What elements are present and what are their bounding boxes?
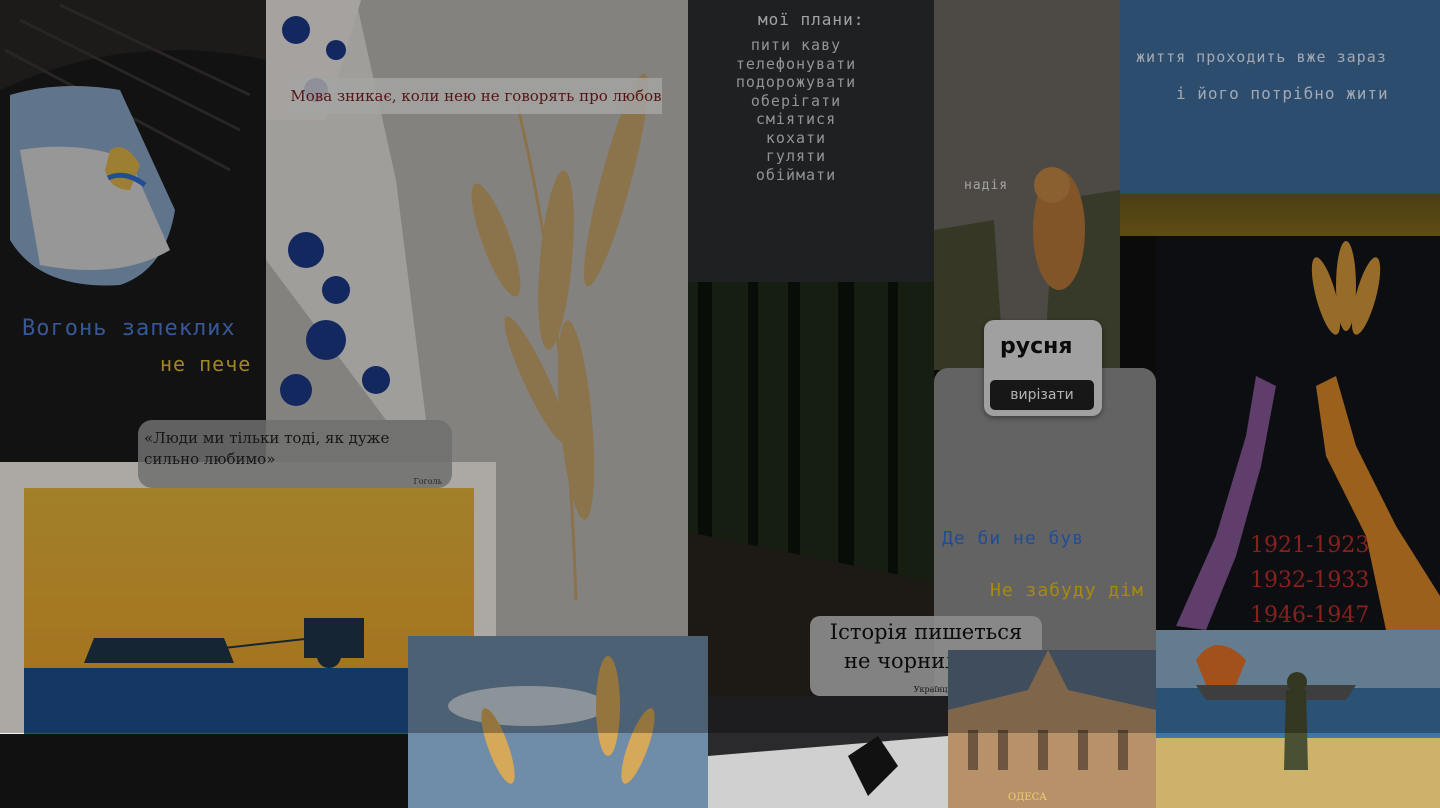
leap-tile (708, 696, 948, 808)
famine-year: 1921-1923 (1250, 533, 1370, 558)
cat-tile: надія (934, 0, 1120, 370)
selected-word: русня (1000, 334, 1073, 359)
love-quote-card: «Люди ми тільки тоді, як дуже сильно люб… (138, 420, 452, 488)
love-quote-text: «Люди ми тільки тоді, як дуже сильно люб… (144, 429, 390, 468)
plan-item: обіймати (755, 165, 837, 184)
hope-label: надія (964, 178, 1009, 193)
home-line1: Де би не був (942, 528, 1085, 549)
famine-year: 1946-1947 (1250, 603, 1370, 628)
fire-poster-line2: не пече (160, 352, 252, 376)
sky-poster-line1: життя проходить вже зараз (1136, 48, 1387, 66)
plan-item: подорожувати (735, 73, 857, 91)
famine-year: 1932-1933 (1250, 568, 1370, 593)
opera-tile: ОДЕСА (948, 650, 1156, 808)
language-quote: Мова зникає, коли нею не говорять про лю… (290, 78, 662, 114)
fire-poster-graphic (0, 0, 266, 286)
plans-title: мої плани: (758, 10, 865, 29)
plan-item: сміятися (755, 110, 837, 128)
cut-button[interactable]: вирізати (990, 380, 1094, 410)
warship-tile (1156, 630, 1440, 808)
plan-item: телефонувати (735, 54, 857, 73)
warship-graphic (1156, 645, 1440, 808)
wheat-sky-graphic (448, 656, 655, 784)
plan-item: гуляти (765, 147, 827, 165)
plans-list: пити каву телефонувати подорожувати обер… (696, 36, 896, 184)
sky-poster-tile: життя проходить вже зараз і його потрібн… (1120, 0, 1440, 236)
wheat-sky-tile (408, 636, 708, 808)
famine-years: 1921-1923 1932-1933 1946-1947 (1250, 528, 1369, 630)
plans-tile: мої плани: пити каву телефонувати подоро… (688, 0, 934, 282)
opera-caption: ОДЕСА (1008, 792, 1047, 803)
fire-poster-tile: Вогонь запеклих не пече (0, 0, 266, 462)
home-line2: Не забуду дім (990, 580, 1144, 601)
love-quote-author: Гоголь (413, 477, 442, 486)
history-quote-author: Українці (913, 685, 950, 694)
opera-graphic (948, 650, 1156, 808)
tractor-graphic (24, 618, 474, 734)
leap-graphic (708, 736, 948, 808)
cat-graphic (934, 0, 1120, 370)
plan-item: оберігати (750, 91, 842, 110)
sunflower-field (1120, 194, 1440, 236)
plan-item: пити каву (750, 36, 842, 54)
sky-poster-line2: і його потрібно жити (1176, 84, 1389, 103)
plan-item: кохати (765, 128, 827, 147)
famine-poster-tile: 1921-1923 1932-1933 1946-1947 (1156, 236, 1440, 630)
fire-poster-line1: Вогонь запеклих (22, 316, 236, 341)
clipboard-popup: русня вирізати (984, 320, 1102, 416)
